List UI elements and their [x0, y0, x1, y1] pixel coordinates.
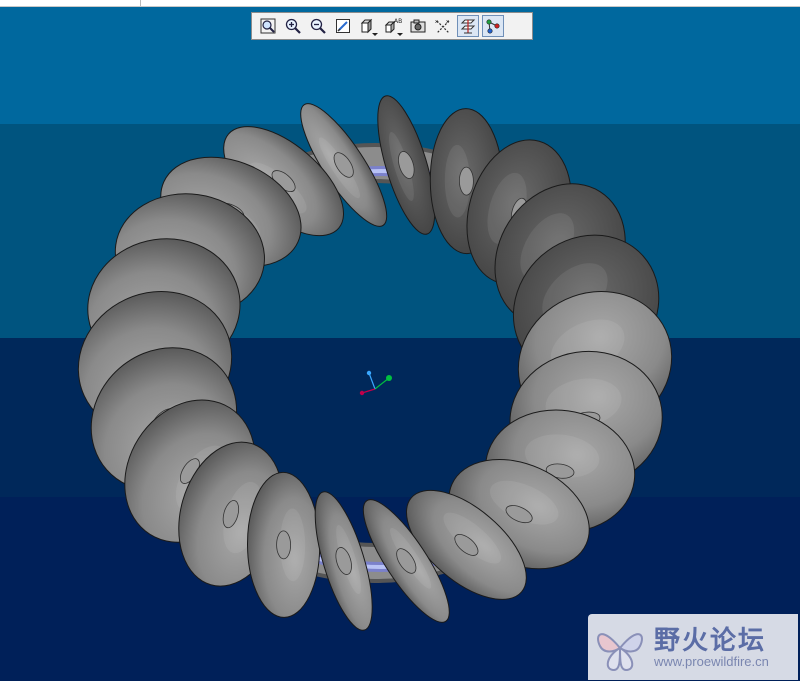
top-window-strip [0, 0, 800, 7]
model-scene[interactable] [0, 7, 800, 681]
view-toolbar: AB x x [251, 12, 533, 40]
watermark-title: 野火论坛 [654, 626, 767, 656]
svg-text:AB: AB [394, 18, 402, 25]
zoom-in-icon [285, 18, 301, 34]
display-style-button[interactable] [357, 15, 379, 37]
svg-text:x: x [446, 19, 449, 25]
repaint-button[interactable] [332, 15, 354, 37]
zoom-refit-icon [260, 18, 276, 34]
datum-axes-icon: x x [435, 19, 450, 34]
refit-button[interactable] [257, 15, 279, 37]
zoom-out-button[interactable] [307, 15, 329, 37]
datum-planes-icon [460, 19, 476, 34]
graphics-viewport[interactable] [0, 7, 800, 681]
zoom-in-button[interactable] [282, 15, 304, 37]
dropdown-arrow-icon [372, 33, 378, 36]
butterfly-logo-icon [597, 633, 643, 672]
datum-points-icon [486, 19, 500, 34]
datum-axes-button[interactable]: x x [432, 15, 454, 37]
blade [246, 471, 321, 618]
datum-points-button[interactable] [482, 15, 504, 37]
datum-planes-button[interactable] [457, 15, 479, 37]
zoom-out-icon [310, 18, 326, 34]
view-manager-button[interactable] [407, 15, 429, 37]
svg-text:x: x [435, 19, 438, 25]
view-manager-icon [410, 19, 426, 33]
forum-watermark: 野火论坛 www.proewildfire.cn [588, 614, 798, 680]
repaint-icon [336, 19, 350, 33]
saved-views-button[interactable]: AB [382, 15, 404, 37]
watermark-url: www.proewildfire.cn [654, 654, 769, 669]
dropdown-arrow-icon [397, 33, 403, 36]
